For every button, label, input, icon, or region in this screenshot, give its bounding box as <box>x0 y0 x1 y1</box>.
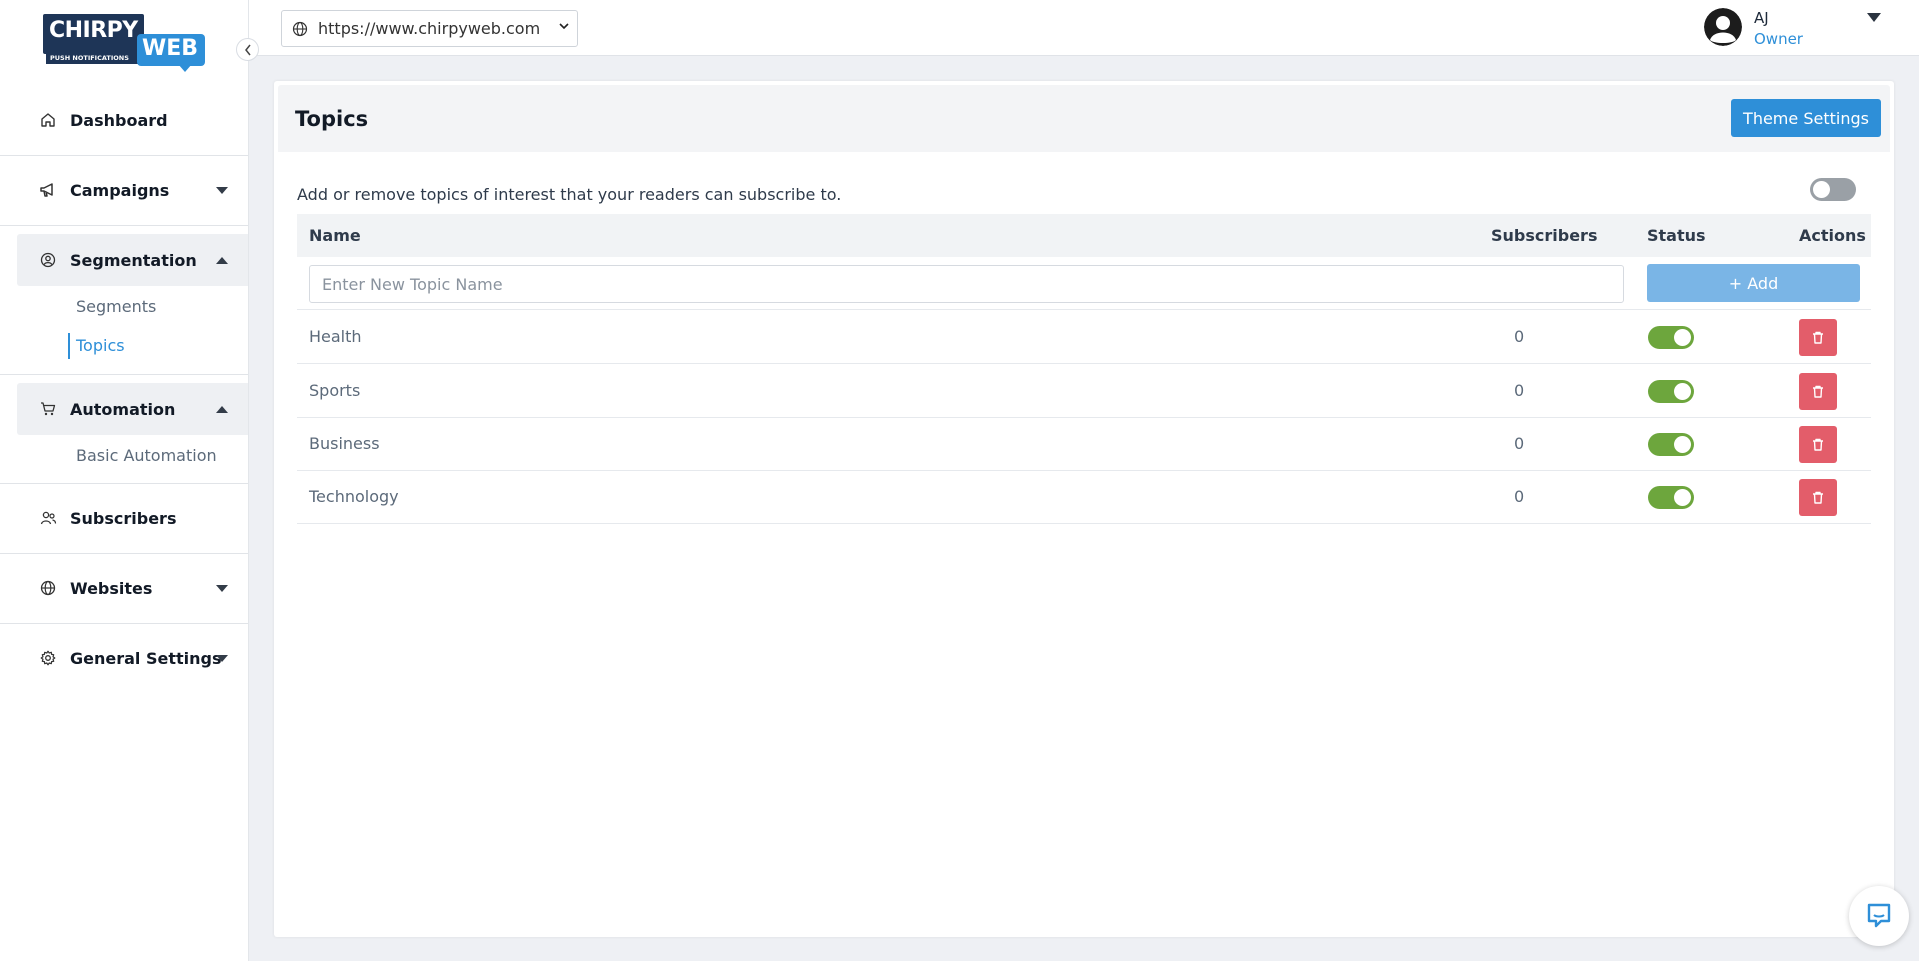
chevron-down-icon <box>559 19 569 33</box>
topic-status-toggle[interactable] <box>1648 486 1694 509</box>
globe-icon <box>292 21 308 41</box>
chevron-up-icon <box>216 256 228 264</box>
theme-settings-button[interactable]: Theme Settings <box>1731 99 1881 137</box>
trash-icon <box>1813 331 1823 344</box>
page-title: Topics <box>295 107 369 131</box>
column-header-actions: Actions <box>1799 226 1866 245</box>
logo-chirpy-text: CHIRPY <box>43 14 144 54</box>
trash-icon <box>1813 438 1823 451</box>
topic-subscribers: 0 <box>1514 434 1525 453</box>
topics-card: Topics Theme Settings Add or remove topi… <box>274 81 1894 937</box>
table-header: Name Subscribers Status Actions <box>297 214 1871 257</box>
topic-subscribers: 0 <box>1514 327 1525 346</box>
users-icon <box>39 509 57 527</box>
website-url: https://www.chirpyweb.com <box>318 19 541 38</box>
sidebar-item-label: Websites <box>70 578 153 598</box>
toggle-knob <box>1674 329 1691 346</box>
new-topic-input[interactable] <box>309 265 1624 303</box>
cart-icon <box>39 400 57 418</box>
chat-support-button[interactable] <box>1849 886 1909 946</box>
logo-speech-tail <box>178 64 192 72</box>
card-header: Topics Theme Settings <box>278 85 1890 152</box>
sidebar-item-label: Subscribers <box>70 508 177 528</box>
logo-web-text: WEB <box>137 34 205 66</box>
topic-name: Business <box>309 434 380 453</box>
trash-icon <box>1813 491 1823 504</box>
topic-subscribers: 0 <box>1514 487 1525 506</box>
sidebar-divider <box>0 155 248 156</box>
chevron-down-icon <box>216 186 228 194</box>
sidebar-subitem-segments[interactable]: Segments <box>76 297 156 316</box>
sidebar: CHIRPY PUSH NOTIFICATIONS WEB Dashboard … <box>0 0 249 961</box>
table-row: Health 0 <box>297 310 1871 364</box>
sidebar-subitem-topics[interactable]: Topics <box>76 336 125 355</box>
avatar <box>1704 8 1742 46</box>
user-role: Owner <box>1754 30 1803 48</box>
website-select[interactable]: https://www.chirpyweb.com <box>281 10 578 47</box>
topic-status-toggle[interactable] <box>1648 380 1694 403</box>
topic-subscribers: 0 <box>1514 381 1525 400</box>
topic-name: Health <box>309 327 362 346</box>
sidebar-item-label: Segmentation <box>70 250 197 270</box>
chevron-down-icon <box>216 584 228 592</box>
delete-topic-button[interactable] <box>1799 373 1837 410</box>
user-name: AJ <box>1754 9 1769 27</box>
table-row: Business 0 <box>297 417 1871 471</box>
topics-enable-toggle[interactable] <box>1810 178 1856 201</box>
chevron-down-icon[interactable] <box>1867 13 1881 22</box>
sidebar-item-dashboard[interactable]: Dashboard <box>0 94 248 146</box>
chat-icon <box>1867 903 1891 928</box>
sidebar-item-label: General Settings <box>70 648 222 668</box>
sidebar-divider <box>0 623 248 624</box>
topic-status-toggle[interactable] <box>1648 326 1694 349</box>
logo-subtitle: PUSH NOTIFICATIONS <box>46 52 144 64</box>
add-topic-row: + Add <box>297 257 1871 310</box>
toggle-knob <box>1674 436 1691 453</box>
sidebar-item-automation[interactable]: Automation <box>17 383 248 435</box>
sidebar-item-label: Automation <box>70 399 176 419</box>
chirpyweb-logo[interactable]: CHIRPY PUSH NOTIFICATIONS WEB <box>43 14 205 74</box>
sidebar-collapse-button[interactable] <box>236 38 259 61</box>
megaphone-icon <box>39 181 57 199</box>
topic-name: Technology <box>309 487 399 506</box>
sidebar-divider <box>0 374 248 375</box>
active-indicator <box>68 333 70 359</box>
table-row: Technology 0 <box>297 470 1871 524</box>
trash-icon <box>1813 385 1823 398</box>
toggle-knob <box>1813 181 1830 198</box>
toggle-knob <box>1674 383 1691 400</box>
page-description: Add or remove topics of interest that yo… <box>297 185 842 204</box>
sidebar-divider <box>0 553 248 554</box>
sidebar-subitem-basic-automation[interactable]: Basic Automation <box>76 446 217 465</box>
gear-icon <box>39 649 57 667</box>
sidebar-divider <box>0 483 248 484</box>
sidebar-item-segmentation[interactable]: Segmentation <box>17 234 248 286</box>
user-circle-icon <box>39 251 57 269</box>
sidebar-item-label: Dashboard <box>70 110 168 130</box>
chevron-down-icon <box>216 654 228 662</box>
column-header-status: Status <box>1647 226 1706 245</box>
sidebar-divider <box>0 225 248 226</box>
chevron-up-icon <box>216 405 228 413</box>
home-icon <box>39 111 57 129</box>
top-bar: https://www.chirpyweb.com AJ Owner <box>249 0 1919 56</box>
sidebar-item-label: Campaigns <box>70 180 170 200</box>
sidebar-item-campaigns[interactable]: Campaigns <box>0 164 248 216</box>
toggle-knob <box>1674 489 1691 506</box>
sidebar-item-websites[interactable]: Websites <box>0 562 248 614</box>
globe-icon <box>39 579 57 597</box>
delete-topic-button[interactable] <box>1799 479 1837 516</box>
topic-status-toggle[interactable] <box>1648 433 1694 456</box>
add-topic-button[interactable]: + Add <box>1647 264 1860 302</box>
delete-topic-button[interactable] <box>1799 426 1837 463</box>
table-row: Sports 0 <box>297 364 1871 418</box>
delete-topic-button[interactable] <box>1799 319 1837 356</box>
chevron-left-icon <box>244 44 251 55</box>
sidebar-item-subscribers[interactable]: Subscribers <box>0 492 248 544</box>
sidebar-item-general-settings[interactable]: General Settings <box>0 632 248 684</box>
column-header-subscribers: Subscribers <box>1491 226 1598 245</box>
topic-name: Sports <box>309 381 361 400</box>
column-header-name: Name <box>309 226 361 245</box>
